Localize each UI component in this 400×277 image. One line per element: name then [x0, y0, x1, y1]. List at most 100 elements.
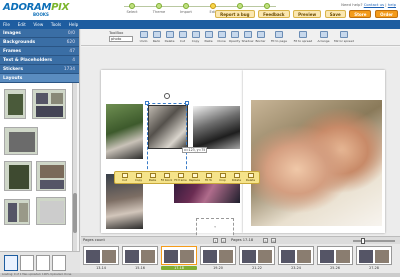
ctx-cut-button[interactable]: Cut	[117, 173, 132, 184]
order-button[interactable]: Order	[375, 10, 398, 18]
step-import[interactable]: Import	[174, 3, 198, 14]
first-page-icon[interactable]: |<	[213, 238, 218, 247]
sidebar-thumbnail-strip	[0, 251, 80, 273]
delete-button[interactable]: Delete	[163, 31, 176, 44]
undo-button[interactable]: Undo	[137, 31, 150, 44]
spread-thumb[interactable]	[200, 246, 236, 265]
category-frames[interactable]: Frames 47	[0, 47, 79, 56]
arrange-button[interactable]: Arrange	[317, 31, 330, 44]
shadow-button[interactable]: Shadow	[241, 31, 254, 44]
layout-thumb[interactable]	[32, 89, 66, 119]
selection-box[interactable]	[145, 101, 189, 176]
save-button[interactable]: Save	[324, 10, 346, 18]
toolbox-mode-select[interactable]: photo	[109, 36, 133, 42]
ctx-copy-button[interactable]: Copy	[131, 173, 146, 184]
menu-view[interactable]: View	[30, 20, 46, 29]
spread-thumb[interactable]	[356, 246, 392, 265]
ctx-rotate-button[interactable]: Rotate	[229, 173, 244, 184]
category-text-placeholders[interactable]: Text & Placeholders 4	[0, 56, 79, 65]
fit-spread-icon	[299, 31, 307, 38]
fit-to-spread-button[interactable]: Fit to spread	[292, 31, 314, 44]
step-select[interactable]: Select	[120, 3, 144, 14]
scissors-icon	[178, 31, 187, 38]
paste-button[interactable]: Paste	[202, 31, 215, 44]
sidebar-mini-thumb[interactable]	[36, 255, 50, 271]
layout-thumb[interactable]	[4, 199, 30, 225]
layout-thumb[interactable]	[36, 197, 66, 225]
layout-thumb[interactable]	[4, 89, 26, 119]
sidebar-scrollbar[interactable]	[72, 83, 77, 251]
layout-list	[0, 83, 72, 251]
context-toolbar: Cut Copy Paste Fit block Fit frame Repla…	[114, 171, 260, 184]
sidebar: Images 0/0 Backgrounds 620 Frames 47 Text &…	[0, 29, 80, 273]
step-theme[interactable]: Theme	[147, 3, 171, 14]
copy-button[interactable]: Copy	[189, 31, 202, 44]
resize-handle[interactable]	[145, 101, 149, 105]
feedback-button[interactable]: Feedback	[258, 10, 290, 18]
toolbox: ToolBox photo Undo Redo Delete Cut Copy …	[81, 29, 400, 46]
fit-to-page-button[interactable]: Fit to page	[269, 31, 289, 44]
border-icon	[256, 31, 265, 38]
clone-button[interactable]: Clone	[215, 31, 228, 44]
spread-thumb-selected[interactable]	[161, 246, 197, 265]
zoom-slider[interactable]	[353, 238, 395, 244]
category-layouts[interactable]: Layouts	[0, 74, 79, 83]
sidebar-mini-thumb[interactable]	[52, 255, 66, 271]
cut-button[interactable]: Cut	[176, 31, 189, 44]
spread-page-number: 27-28	[369, 266, 379, 270]
mirror-spread-button[interactable]: Mirror spread	[333, 31, 355, 44]
resize-handle[interactable]	[185, 101, 189, 105]
photo-couple-closeup[interactable]	[251, 100, 382, 226]
category-stickers[interactable]: Stickers 1734	[0, 65, 79, 74]
spread-thumb[interactable]	[278, 246, 314, 265]
spread-page-number: 25-26	[330, 266, 340, 270]
last-page-icon[interactable]: >|	[271, 238, 276, 243]
spread-page-number: 13-14	[96, 266, 106, 270]
ctx-paste-button[interactable]: Paste	[145, 173, 160, 184]
sidebar-mini-thumb[interactable]	[4, 255, 18, 271]
next-page-icon[interactable]: >	[263, 238, 268, 243]
ctx-crop-button[interactable]: Crop	[215, 173, 230, 184]
help-link[interactable]: help	[388, 2, 396, 7]
menu-help[interactable]: Help	[66, 20, 82, 29]
page-selector[interactable]: Pages 17-18	[231, 238, 253, 242]
layout-thumb[interactable]	[4, 127, 38, 155]
prev-page-icon[interactable]: <	[221, 238, 226, 243]
delete-icon	[165, 31, 174, 38]
category-backgrounds[interactable]: Backgrounds 620	[0, 38, 79, 47]
sidebar-mini-thumb[interactable]	[20, 255, 34, 271]
ctx-fit-frame-button[interactable]: Fit frame	[173, 173, 188, 184]
ctx-fit-to-button[interactable]: Fit To	[201, 173, 216, 184]
contact-link[interactable]: Contact us	[364, 2, 384, 7]
logo[interactable]: ADORAMPIX BOOKS	[3, 2, 69, 17]
mirror-icon	[340, 31, 348, 38]
right-page[interactable]	[243, 70, 385, 233]
preview-button[interactable]: Preview	[293, 10, 322, 18]
spread-thumb[interactable]	[83, 246, 119, 265]
store-button[interactable]: Store	[349, 10, 372, 18]
layout-thumb[interactable]	[4, 161, 32, 191]
category-images[interactable]: Images 0/0	[0, 29, 79, 38]
menu-file[interactable]: File	[0, 20, 13, 29]
fit-page-icon	[275, 31, 283, 38]
spread-thumb[interactable]	[317, 246, 353, 265]
spread-page-number: 21-22	[252, 266, 262, 270]
spread-thumb[interactable]	[239, 246, 275, 265]
layout-thumb[interactable]	[36, 161, 66, 191]
redo-button[interactable]: Redo	[150, 31, 163, 44]
report-bug-button[interactable]: Report a bug	[215, 10, 255, 18]
border-button[interactable]: Border	[254, 31, 267, 44]
photo-couple-garden[interactable]	[106, 104, 143, 159]
rotate-handle-icon[interactable]	[164, 93, 170, 99]
ctx-replace-button[interactable]: Replace	[187, 173, 202, 184]
photo-bw-couple[interactable]	[193, 106, 240, 149]
menu-tools[interactable]: Tools	[48, 20, 64, 29]
ctx-delete-button[interactable]: Delete	[243, 173, 258, 184]
spread-thumb[interactable]	[122, 246, 158, 265]
scrollbar-thumb[interactable]	[73, 193, 77, 233]
menu-edit[interactable]: Edit	[15, 20, 29, 29]
undo-icon	[139, 31, 148, 38]
ctx-fit-block-button[interactable]: Fit block	[159, 173, 174, 184]
spread-page-number: 23-24	[291, 266, 301, 270]
opacity-button[interactable]: Opacity	[228, 31, 241, 44]
